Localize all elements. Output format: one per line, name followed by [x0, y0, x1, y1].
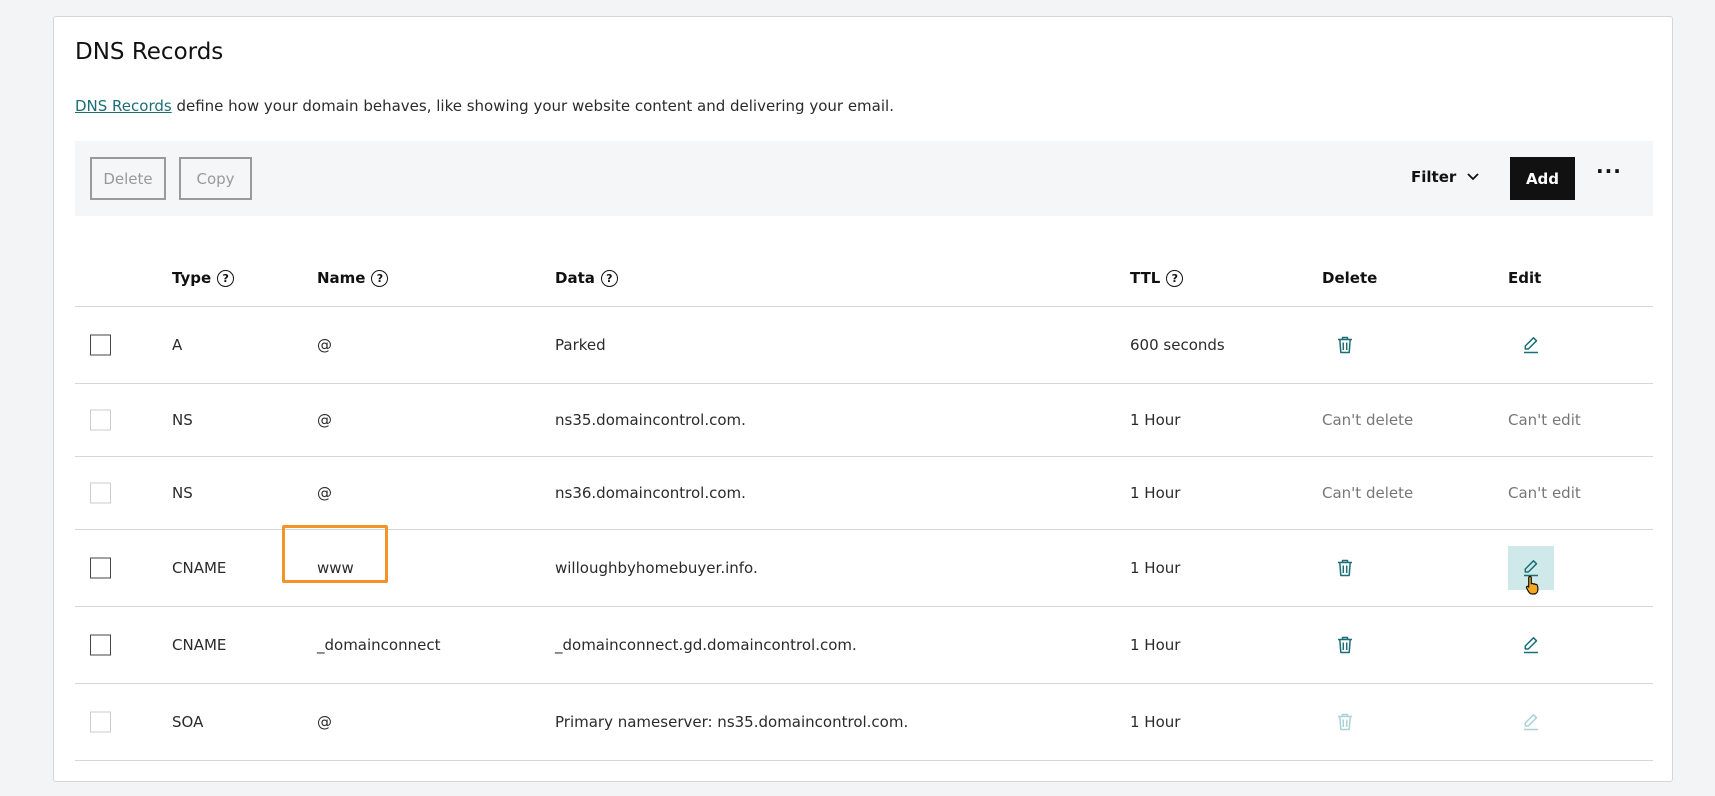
trash-icon[interactable] [1335, 635, 1355, 655]
table-row: CNAME _domainconnect _domainconnect.gd.dom… [75, 607, 1653, 684]
column-label: Type [172, 269, 212, 287]
dns-records-card: DNS Records DNS Records define how your … [53, 16, 1673, 782]
column-header-type: Type ? [172, 269, 235, 287]
trash-icon [1335, 712, 1355, 732]
row-checkbox[interactable] [90, 634, 111, 656]
column-label: Name [317, 269, 366, 287]
row-checkbox[interactable] [90, 409, 111, 431]
record-data: willoughbyhomebuyer.info. [555, 559, 758, 577]
trash-icon[interactable] [1335, 335, 1355, 355]
help-icon[interactable]: ? [600, 269, 618, 287]
record-type: NS [172, 411, 193, 429]
dns-records-link[interactable]: DNS Records [75, 97, 172, 115]
help-icon[interactable]: ? [371, 269, 389, 287]
record-name: @ [317, 411, 332, 429]
chevron-down-icon [1466, 168, 1480, 186]
record-name: @ [317, 336, 332, 354]
trash-icon[interactable] [1335, 558, 1355, 578]
pencil-icon[interactable] [1521, 335, 1541, 355]
help-icon[interactable]: ? [1166, 269, 1184, 287]
record-type: A [172, 336, 183, 354]
record-data: _domainconnect.gd.domaincontrol.com. [555, 636, 857, 654]
pencil-icon[interactable] [1521, 635, 1541, 655]
record-data: Primary nameserver: ns35.domaincontrol.c… [555, 713, 909, 731]
add-button[interactable]: Add [1510, 157, 1575, 200]
help-icon[interactable]: ? [217, 269, 235, 287]
table-row: NS @ ns36.domaincontrol.com. 1 Hour Can't de… [75, 457, 1653, 530]
row-checkbox[interactable] [90, 334, 111, 356]
table-header: Type ? Name ? Data ? TTL ? Delete Edit [75, 249, 1653, 307]
column-header-data: Data ? [555, 269, 618, 287]
record-data: ns35.domaincontrol.com. [555, 411, 746, 429]
cant-edit-text: Can't edit [1508, 484, 1581, 502]
filter-dropdown[interactable]: Filter [1411, 168, 1480, 186]
cant-edit-text: Can't edit [1508, 411, 1581, 429]
table-row: SOA @ Primary nameserver: ns35.domaincontr… [75, 684, 1653, 761]
pencil-icon [1521, 712, 1541, 732]
record-name: _domainconnect [317, 636, 441, 654]
record-ttl: 1 Hour [1130, 559, 1181, 577]
row-checkbox[interactable] [90, 482, 111, 504]
hand-cursor-icon [1525, 575, 1541, 599]
description-text: define how your domain behaves, like sho… [171, 97, 894, 115]
record-ttl: 1 Hour [1130, 484, 1181, 502]
more-options-button[interactable]: ··· [1596, 159, 1622, 183]
column-label: Delete [1322, 269, 1378, 287]
column-header-delete: Delete [1322, 269, 1377, 287]
record-data: ns36.domaincontrol.com. [555, 484, 746, 502]
column-header-edit: Edit [1508, 269, 1541, 287]
filter-label: Filter [1411, 168, 1457, 186]
record-type: CNAME [172, 559, 227, 577]
page-description: DNS Records define how your domain behav… [75, 97, 894, 115]
record-type: CNAME [172, 636, 227, 654]
row-checkbox[interactable] [90, 711, 111, 733]
table-row: A @ Parked 600 seconds [75, 307, 1653, 384]
toolbar: Delete Copy Filter Add ··· [75, 141, 1653, 216]
cant-delete-text: Can't delete [1322, 484, 1414, 502]
record-name: @ [317, 484, 332, 502]
record-ttl: 1 Hour [1130, 411, 1181, 429]
table-row: NS @ ns35.domaincontrol.com. 1 Hour Can't de… [75, 384, 1653, 457]
column-label: TTL [1130, 269, 1161, 287]
page-title: DNS Records [75, 39, 224, 65]
copy-button[interactable]: Copy [179, 157, 252, 200]
cant-delete-text: Can't delete [1322, 411, 1414, 429]
column-header-ttl: TTL ? [1130, 269, 1184, 287]
highlight-box [282, 525, 388, 583]
column-label: Edit [1508, 269, 1542, 287]
record-ttl: 1 Hour [1130, 713, 1181, 731]
column-label: Data [555, 269, 595, 287]
record-type: NS [172, 484, 193, 502]
delete-button[interactable]: Delete [90, 157, 166, 200]
record-ttl: 1 Hour [1130, 636, 1181, 654]
column-header-name: Name ? [317, 269, 389, 287]
record-type: SOA [172, 713, 204, 731]
record-ttl: 600 seconds [1130, 336, 1225, 354]
record-name: @ [317, 713, 332, 731]
row-checkbox[interactable] [90, 557, 111, 579]
record-data: Parked [555, 336, 606, 354]
